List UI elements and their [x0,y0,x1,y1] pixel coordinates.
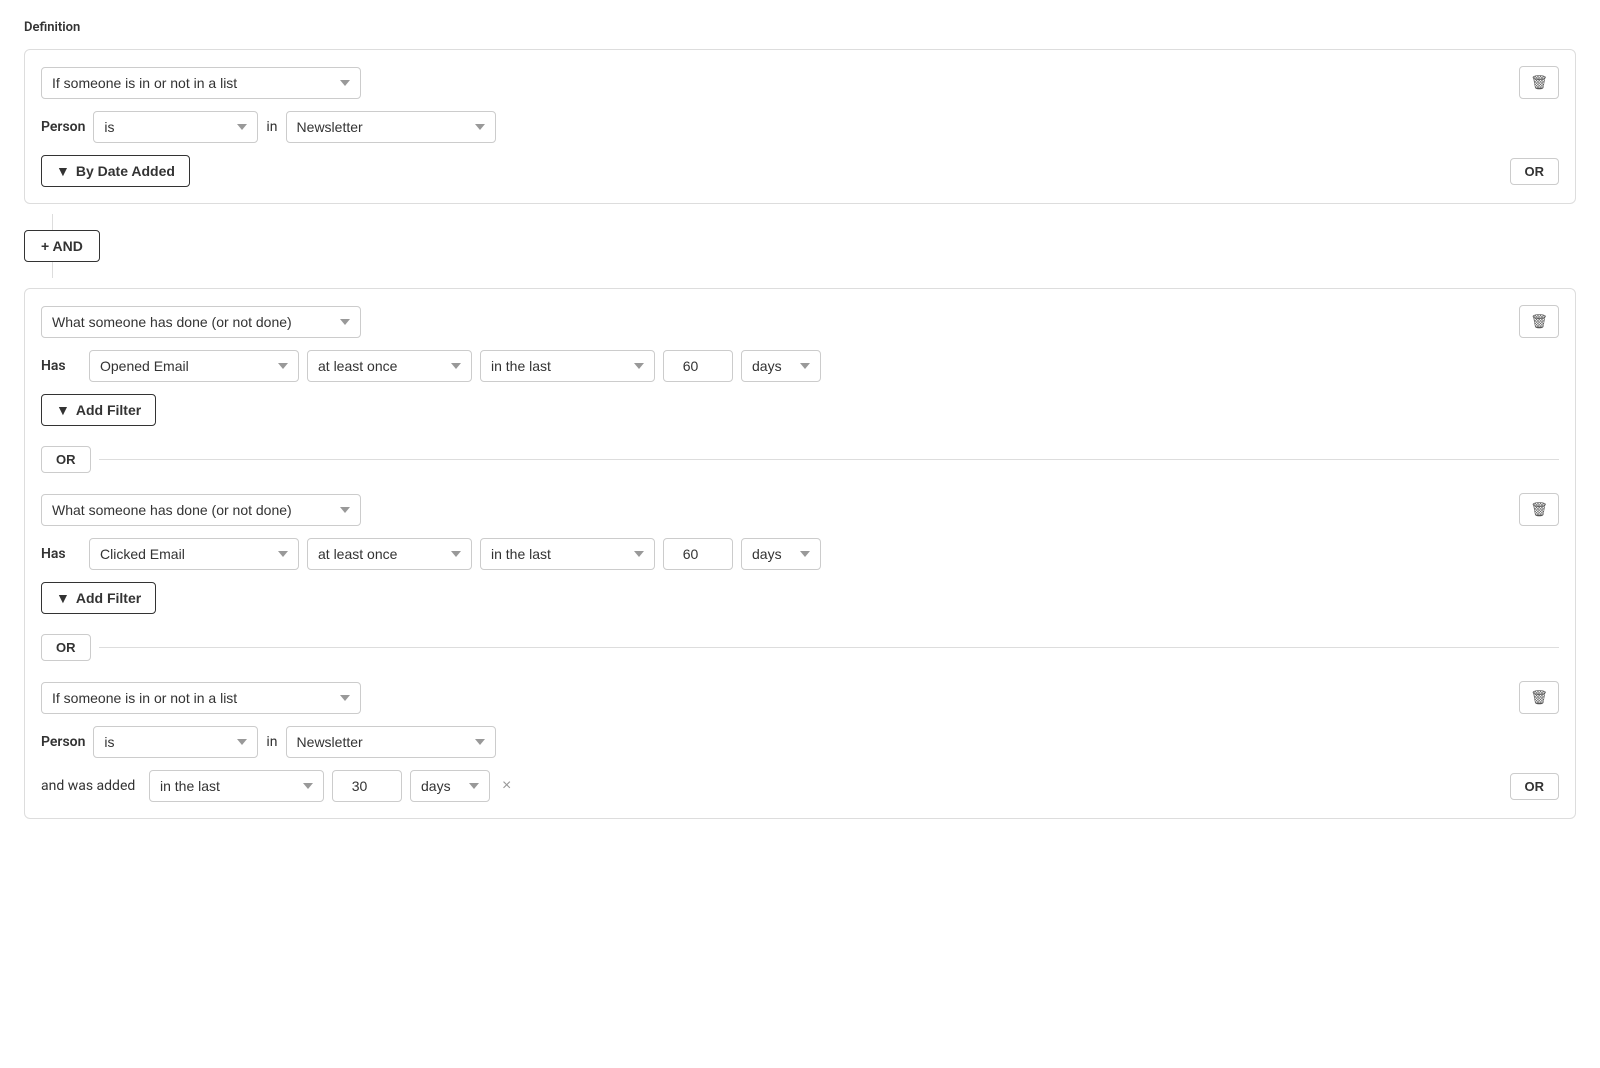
block4-date-row: and was added in the last before after d… [41,770,1559,802]
block2-addfilter-row: ▼ Add Filter [41,394,1559,426]
block2-frequency-select[interactable]: at least once zero times exactly [307,350,472,382]
condition-block-3: What someone has done (or not done) If s… [25,477,1575,630]
person-label: Person [41,119,85,135]
block1-type-select[interactable]: If someone is in or not in a list [41,67,361,99]
block4-header: If someone is in or not in a list What s… [41,681,1559,714]
filter-icon-2: ▼ [56,402,70,418]
or-line-1 [99,459,1560,460]
block1-filter-row: ▼ By Date Added OR [41,155,1559,187]
block4-person-is-select[interactable]: is is not [93,726,258,758]
block3-frequency-select[interactable]: at least once zero times exactly [307,538,472,570]
block2-timeframe-select[interactable]: in the last before after [480,350,655,382]
or-divider-2: OR [25,630,1575,665]
block4-type-select[interactable]: If someone is in or not in a list What s… [41,682,361,714]
block3-count-input[interactable] [663,538,733,570]
block3-type-select[interactable]: What someone has done (or not done) If s… [41,494,361,526]
block2-type-select[interactable]: What someone has done (or not done) If s… [41,306,361,338]
block3-header: What someone has done (or not done) If s… [41,493,1559,526]
filter-icon: ▼ [56,163,70,179]
block1-delete-button[interactable]: 🗑 [1519,66,1559,99]
or-line-2 [99,647,1560,648]
block1-or-button[interactable]: OR [1510,158,1560,185]
delete-icon-4: 🗑 [1530,689,1548,705]
person-label-4: Person [41,734,85,750]
delete-icon: 🗑 [1530,74,1548,90]
block3-has-row: Has Clicked Email Opened Email Visited S… [41,538,1559,570]
or-button-1[interactable]: OR [41,446,91,473]
block2-has-row: Has Opened Email Clicked Email Visited S… [41,350,1559,382]
in-label-4: in [266,734,277,750]
add-filter-label-3: Add Filter [76,590,141,606]
block2-add-filter-button[interactable]: ▼ Add Filter [41,394,156,426]
or-divider-1: OR [25,442,1575,477]
by-date-label: By Date Added [76,163,175,179]
block1-list-select[interactable]: Newsletter Subscribers Customers [286,111,496,143]
condition-block-2: What someone has done (or not done) If s… [25,289,1575,442]
and-was-added-label: and was added [41,778,141,794]
and-connector: + AND [24,204,1576,288]
condition-block-4: If someone is in or not in a list What s… [25,665,1575,818]
block4-unit-select[interactable]: days weeks months [410,770,490,802]
block4-delete-button[interactable]: 🗑 [1519,681,1559,714]
block1-person-is-select[interactable]: is is not [93,111,258,143]
block3-addfilter-row: ▼ Add Filter [41,582,1559,614]
and-line-bottom [52,262,53,278]
and-button[interactable]: + AND [24,230,100,262]
block1-header: If someone is in or not in a list 🗑 [41,66,1559,99]
delete-icon-3: 🗑 [1530,501,1548,517]
block4-clear-button[interactable]: × [498,773,515,799]
section-title: Definition [24,20,1576,35]
or-button-2[interactable]: OR [41,634,91,661]
or-group-container: What someone has done (or not done) If s… [24,288,1576,819]
has-label-2: Has [41,358,81,374]
block2-action-select[interactable]: Opened Email Clicked Email Visited Site [89,350,299,382]
filter-icon-3: ▼ [56,590,70,606]
block3-timeframe-select[interactable]: in the last before after [480,538,655,570]
in-label: in [266,119,277,135]
block3-add-filter-button[interactable]: ▼ Add Filter [41,582,156,614]
and-line-top [52,214,53,230]
block2-count-input[interactable] [663,350,733,382]
block2-delete-button[interactable]: 🗑 [1519,305,1559,338]
block2-header: What someone has done (or not done) If s… [41,305,1559,338]
block3-unit-select[interactable]: days weeks months [741,538,821,570]
block4-timeframe-select[interactable]: in the last before after [149,770,324,802]
delete-icon-2: 🗑 [1530,313,1548,329]
block4-person-row: Person is is not in Newsletter Subscribe… [41,726,1559,758]
has-label-3: Has [41,546,81,562]
add-filter-label-2: Add Filter [76,402,141,418]
block4-list-select[interactable]: Newsletter Subscribers Customers [286,726,496,758]
block2-unit-select[interactable]: days weeks months [741,350,821,382]
condition-block-1: If someone is in or not in a list 🗑 Pers… [24,49,1576,204]
block4-count-input[interactable] [332,770,402,802]
block1-by-date-button[interactable]: ▼ By Date Added [41,155,190,187]
block4-or-button[interactable]: OR [1510,773,1560,800]
block3-delete-button[interactable]: 🗑 [1519,493,1559,526]
block1-person-row: Person is is not in Newsletter Subscribe… [41,111,1559,143]
block3-action-select[interactable]: Clicked Email Opened Email Visited Site [89,538,299,570]
